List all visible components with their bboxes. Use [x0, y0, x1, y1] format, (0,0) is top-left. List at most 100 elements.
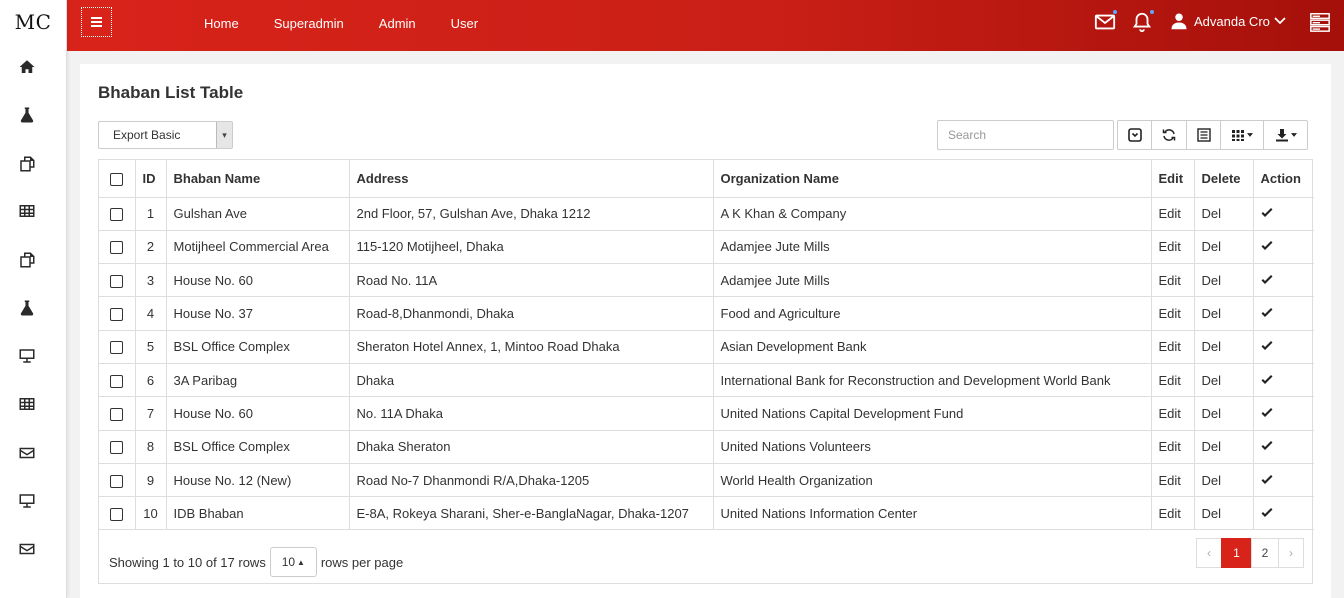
top-navbar: Home Superadmin Admin User Advanda Cro: [67, 0, 1344, 51]
row-checkbox[interactable]: [110, 441, 124, 455]
pagination-prev-button[interactable]: ‹: [1196, 538, 1222, 568]
row-checkbox[interactable]: [110, 341, 124, 355]
pagination-page-1[interactable]: 1: [1221, 538, 1252, 568]
row-checkbox[interactable]: [110, 507, 124, 521]
delete-link[interactable]: Del: [1193, 296, 1254, 331]
cell-organization-name: Adamjee Jute Mills: [712, 263, 1152, 298]
columns-button[interactable]: [1220, 120, 1264, 150]
table-body: 1 Gulshan Ave 2nd Floor, 57, Gulshan Ave, …: [99, 196, 1314, 531]
check-icon: [1261, 241, 1272, 251]
cell-bhaban-name: House No. 37: [165, 296, 350, 331]
edit-link[interactable]: Edit: [1150, 362, 1195, 398]
table-icon[interactable]: [0, 199, 54, 223]
action-cell[interactable]: [1252, 196, 1314, 231]
column-header-delete: Delete: [1193, 160, 1254, 198]
search-input[interactable]: [937, 120, 1114, 150]
column-header-address[interactable]: Address: [348, 160, 714, 198]
card-view-button[interactable]: [1186, 120, 1221, 150]
table-row: 3 House No. 60 Road No. 11A Adamjee Jute Mi…: [99, 263, 1314, 298]
cell-bhaban-name: Motijheel Commercial Area: [165, 229, 350, 265]
edit-link[interactable]: Edit: [1150, 296, 1195, 331]
bhaban-table: ID Bhaban Name Address Organization Name…: [99, 160, 1314, 531]
pagination-next-button[interactable]: ›: [1278, 538, 1304, 568]
action-cell[interactable]: [1252, 496, 1314, 531]
flask-icon[interactable]: [0, 103, 54, 127]
action-cell[interactable]: [1252, 362, 1314, 398]
row-checkbox[interactable]: [110, 374, 124, 388]
delete-link[interactable]: Del: [1193, 429, 1254, 464]
desktop-icon[interactable]: [0, 489, 54, 513]
column-header-bhaban-name[interactable]: Bhaban Name: [165, 160, 350, 198]
edit-link[interactable]: Edit: [1150, 429, 1195, 464]
action-cell[interactable]: [1252, 263, 1314, 298]
edit-link[interactable]: Edit: [1150, 496, 1195, 531]
nav-admin-link[interactable]: Admin: [379, 16, 416, 31]
select-all-checkbox[interactable]: [110, 172, 124, 186]
action-cell[interactable]: [1252, 462, 1314, 498]
edit-link[interactable]: Edit: [1150, 462, 1195, 498]
edit-link[interactable]: Edit: [1150, 396, 1195, 431]
home-icon[interactable]: [0, 55, 54, 79]
action-cell[interactable]: [1252, 396, 1314, 431]
cell-address: Dhaka: [348, 362, 714, 398]
delete-link[interactable]: Del: [1193, 396, 1254, 431]
user-menu[interactable]: Advanda Cro: [1170, 10, 1286, 32]
nav-superadmin-link[interactable]: Superadmin: [274, 16, 344, 31]
nav-home-link[interactable]: Home: [204, 16, 239, 31]
envelope-icon[interactable]: [0, 537, 54, 561]
sidebar: MC: [0, 0, 67, 598]
desktop-icon[interactable]: [0, 344, 54, 368]
delete-link[interactable]: Del: [1193, 462, 1254, 498]
row-checkbox[interactable]: [110, 474, 124, 488]
delete-link[interactable]: Del: [1193, 496, 1254, 531]
cell-organization-name: United Nations Volunteers: [712, 429, 1152, 464]
table-footer: Showing 1 to 10 of 17 rows 10 ▲ rows per …: [99, 529, 1314, 585]
action-cell[interactable]: [1252, 296, 1314, 331]
cell-address: Road No-7 Dhanmondi R/A,Dhaka-1205: [348, 462, 714, 498]
page-size-select[interactable]: 10 ▲: [269, 547, 317, 577]
delete-link[interactable]: Del: [1193, 362, 1254, 398]
copy-icon[interactable]: [0, 152, 54, 176]
edit-link[interactable]: Edit: [1150, 229, 1195, 265]
user-icon: [1171, 13, 1187, 30]
settings-panel-button[interactable]: [1308, 10, 1332, 34]
list-view-icon: [1196, 128, 1211, 142]
delete-link[interactable]: Del: [1193, 229, 1254, 265]
messages-button[interactable]: [1093, 10, 1117, 34]
column-header-organization-name[interactable]: Organization Name: [712, 160, 1152, 198]
flask-icon[interactable]: [0, 296, 54, 320]
edit-link[interactable]: Edit: [1150, 329, 1195, 364]
row-checkbox[interactable]: [110, 241, 124, 255]
action-cell[interactable]: [1252, 329, 1314, 364]
table-icon[interactable]: [0, 392, 54, 416]
delete-link[interactable]: Del: [1193, 196, 1254, 231]
notifications-button[interactable]: [1130, 10, 1154, 34]
envelope-icon[interactable]: [0, 441, 54, 465]
row-checkbox[interactable]: [110, 274, 124, 288]
cell-id: 6: [134, 362, 167, 398]
row-checkbox[interactable]: [110, 208, 124, 222]
row-checkbox[interactable]: [110, 407, 124, 421]
check-icon: [1261, 341, 1272, 351]
nav-user-link[interactable]: User: [451, 16, 478, 31]
action-cell[interactable]: [1252, 229, 1314, 265]
refresh-button[interactable]: [1151, 120, 1187, 150]
cell-address: E-8A, Rokeya Sharani, Sher-e-BanglaNagar…: [348, 496, 714, 531]
delete-link[interactable]: Del: [1193, 329, 1254, 364]
column-header-id[interactable]: ID: [134, 160, 167, 198]
pagination-page-2[interactable]: 2: [1251, 538, 1279, 568]
edit-link[interactable]: Edit: [1150, 196, 1195, 231]
export-button[interactable]: [1263, 120, 1308, 150]
toggle-button[interactable]: [1117, 120, 1152, 150]
export-select[interactable]: Export Basic ▾: [98, 121, 233, 149]
action-cell[interactable]: [1252, 429, 1314, 464]
cell-address: Road No. 11A: [348, 263, 714, 298]
copy-icon[interactable]: [0, 248, 54, 272]
table-header-row: ID Bhaban Name Address Organization Name…: [99, 160, 1314, 198]
pagination: ‹ 1 2 ›: [1196, 538, 1304, 568]
delete-link[interactable]: Del: [1193, 263, 1254, 298]
toggle-icon: [1127, 128, 1142, 142]
menu-toggle-button[interactable]: [81, 7, 112, 37]
row-checkbox[interactable]: [110, 308, 124, 322]
edit-link[interactable]: Edit: [1150, 263, 1195, 298]
